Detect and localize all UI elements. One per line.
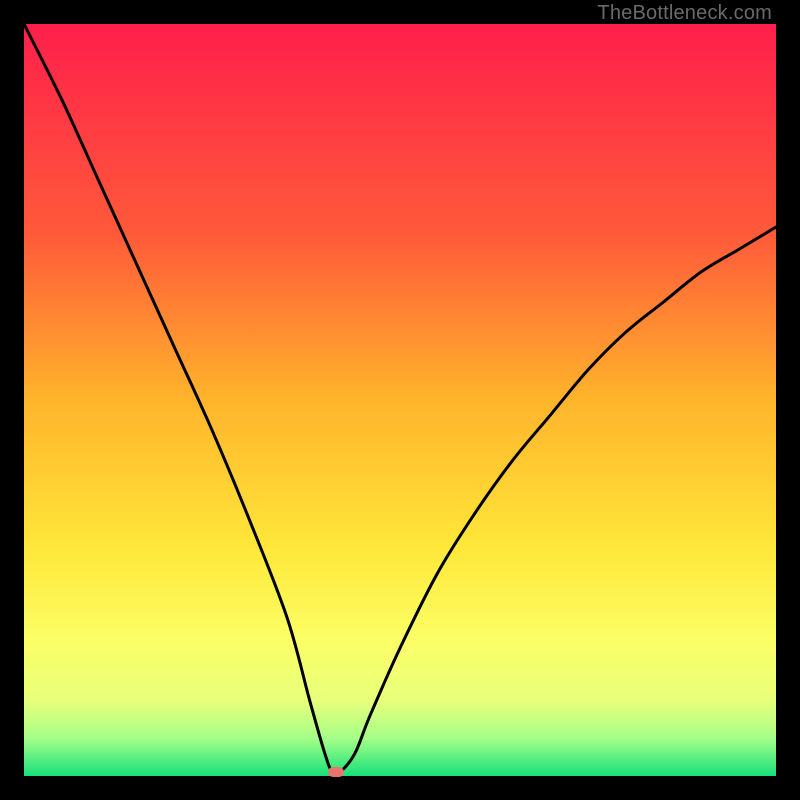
- bottleneck-curve: [24, 24, 776, 776]
- plot-area: [24, 24, 776, 776]
- minimum-marker: [328, 767, 344, 777]
- watermark-text: TheBottleneck.com: [597, 2, 772, 25]
